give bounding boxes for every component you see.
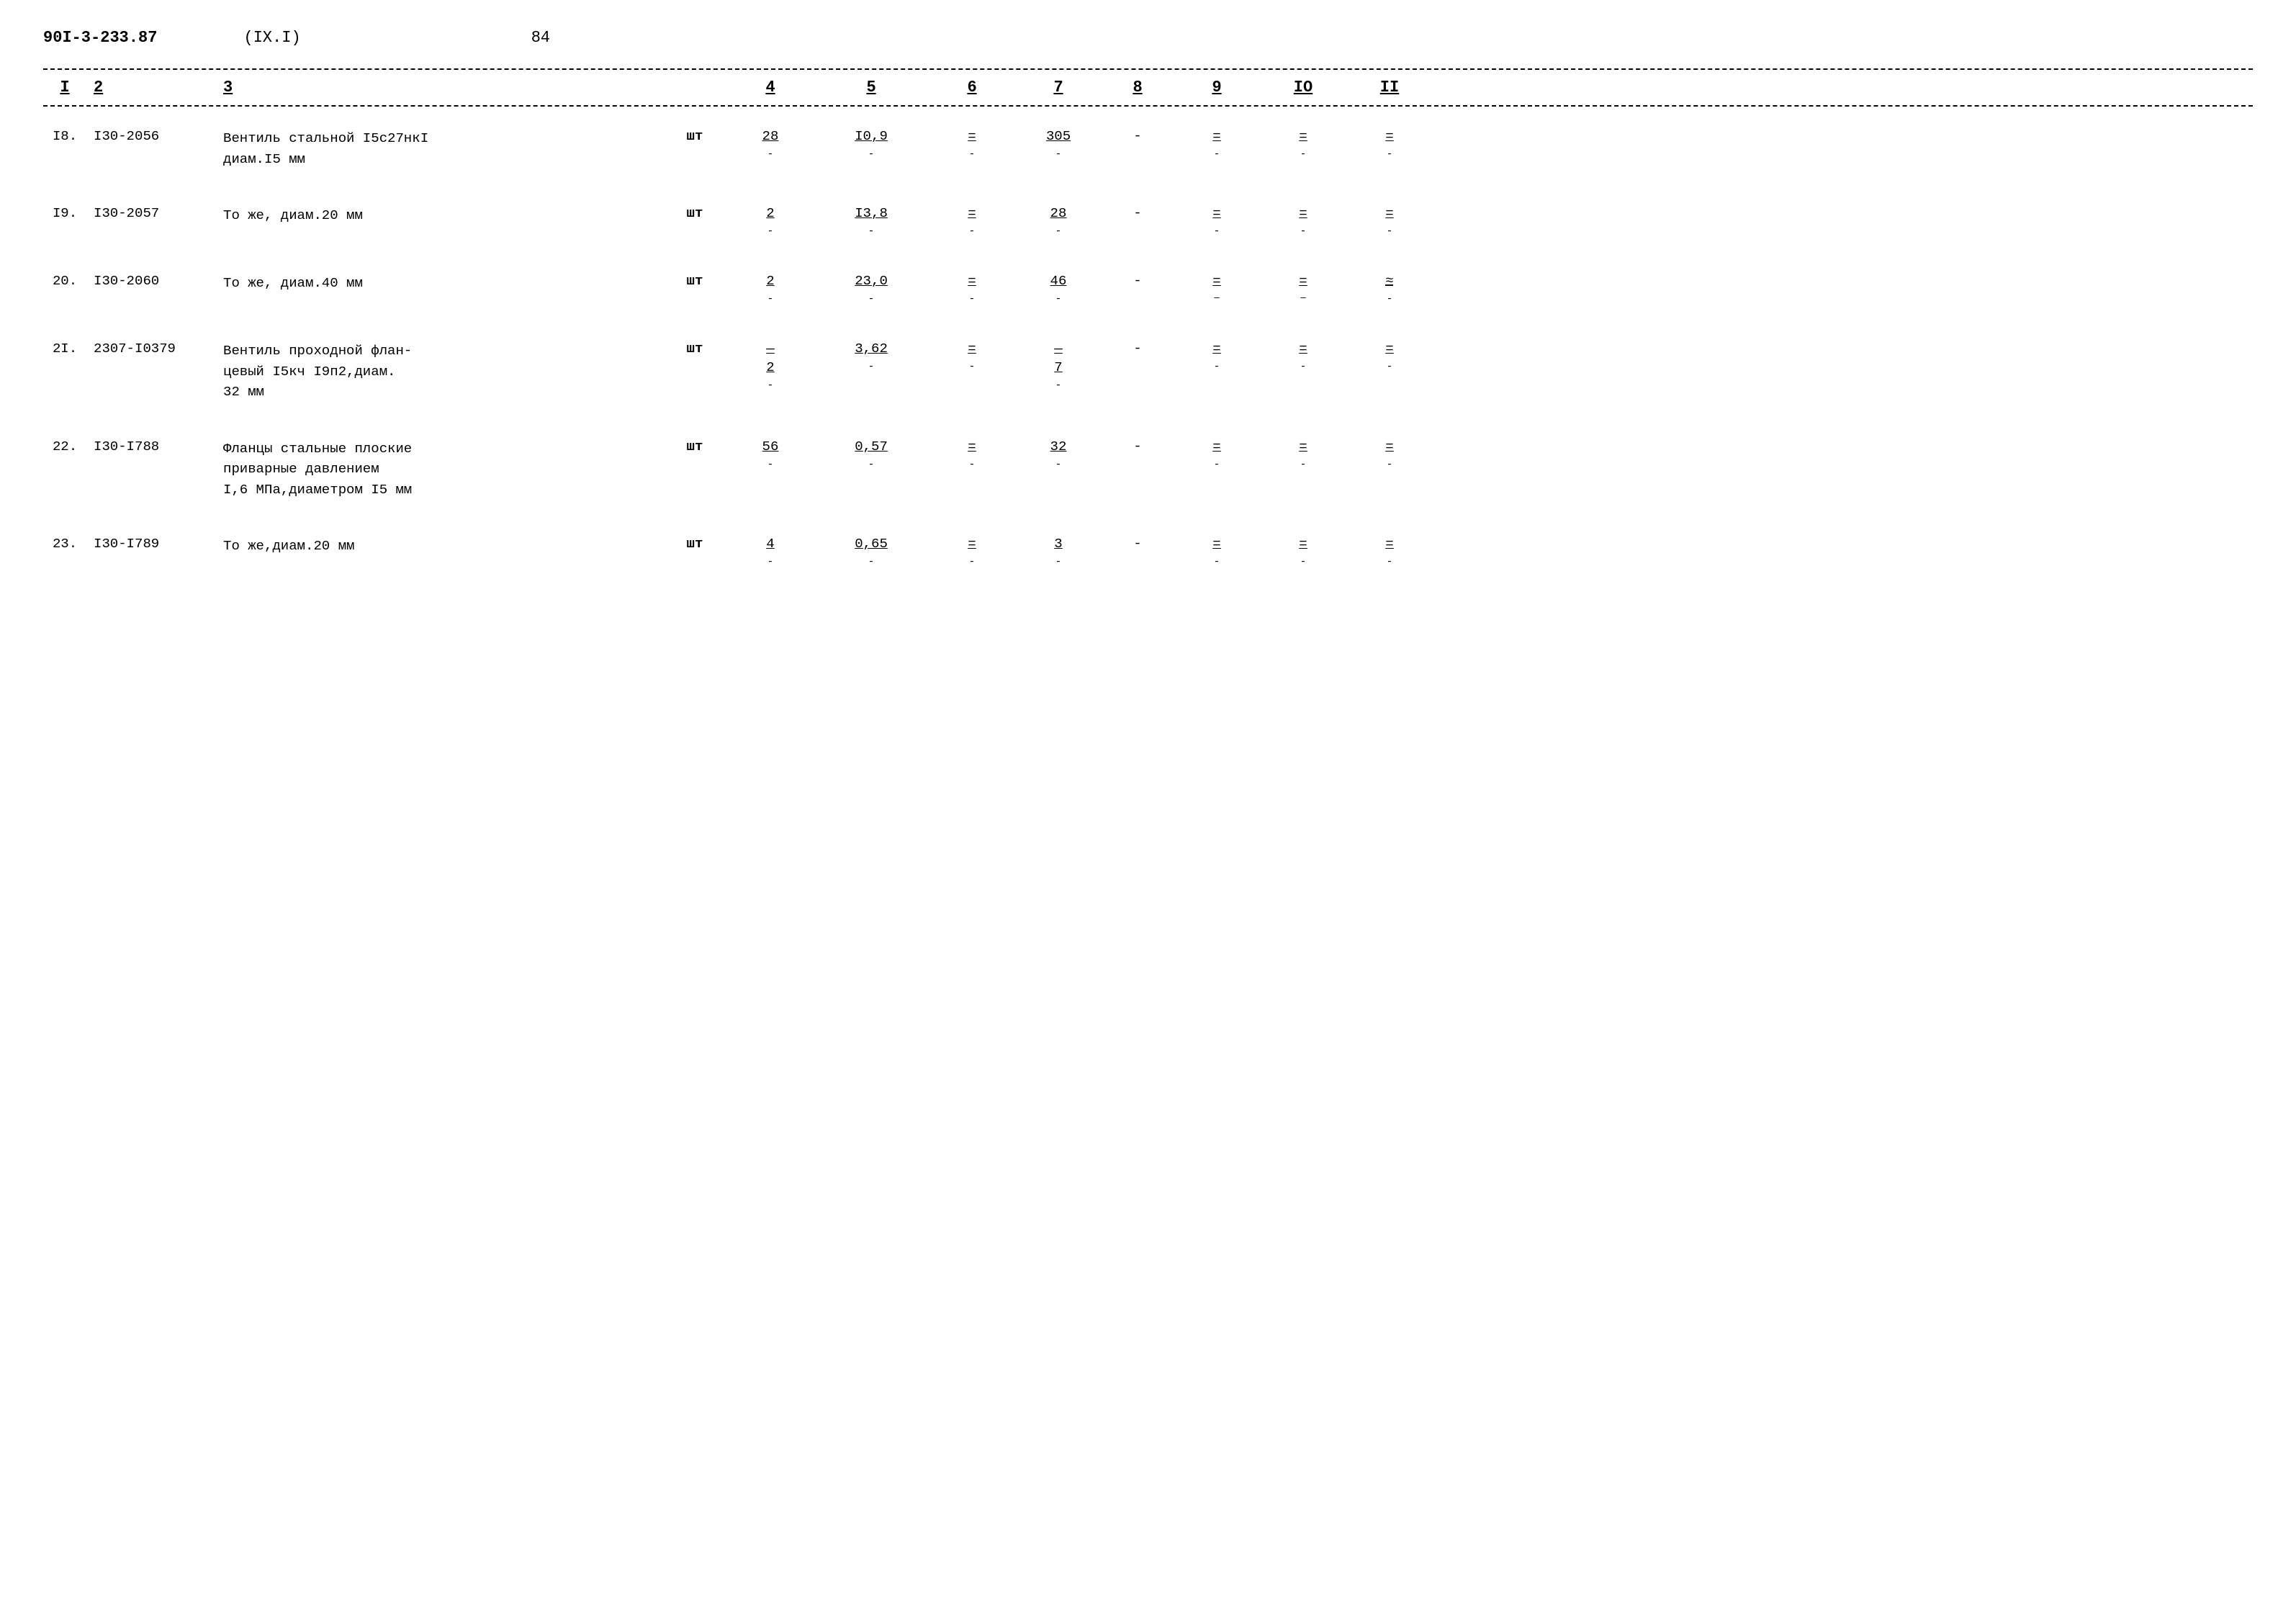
col-header-10: IO <box>1260 78 1346 96</box>
row-code: I30-2060 <box>86 273 216 289</box>
col-header-2: 2 <box>86 78 216 96</box>
main-table: I 2 3 4 5 6 7 8 9 IO II I8. I30-2056 Вен… <box>43 68 2253 582</box>
row-col10: = - <box>1260 536 1346 567</box>
row-col10: = - <box>1260 205 1346 237</box>
row-unit: шт <box>662 128 727 144</box>
row-col8: - <box>1102 128 1174 144</box>
row-unit: шт <box>662 439 727 454</box>
col-header-11: II <box>1346 78 1433 96</box>
row-col8: - <box>1102 536 1174 552</box>
row-col9: = - <box>1174 536 1260 567</box>
row-col9: = - <box>1174 341 1260 372</box>
page-number: 84 <box>531 29 550 47</box>
col-header-6: 6 <box>929 78 1015 96</box>
row-col9: = — <box>1174 273 1260 303</box>
row-col5: 3,62 - <box>814 341 929 372</box>
col-header-7: 7 <box>1015 78 1102 96</box>
row-col9: = - <box>1174 205 1260 237</box>
row-description: То же,диам.20 мм <box>216 536 662 557</box>
col-header-8: 8 <box>1102 78 1174 96</box>
row-unit: шт <box>662 273 727 289</box>
row-description: Вентиль проходной флан-цевый I5кч I9п2,д… <box>216 341 662 403</box>
row-col9: = - <box>1174 128 1260 160</box>
row-description: Вентиль стальной I5с27нкIдиам.I5 мм <box>216 128 662 169</box>
row-unit: шт <box>662 205 727 221</box>
row-col6: = - <box>929 341 1015 372</box>
row-unit: шт <box>662 341 727 356</box>
row-col6: = - <box>929 439 1015 470</box>
row-col8: - <box>1102 341 1174 356</box>
row-col11: = - <box>1346 439 1433 470</box>
col-header-3: 3 <box>216 78 662 96</box>
row-col4: 56 - <box>727 439 814 470</box>
row-col9: = - <box>1174 439 1260 470</box>
col-header-5: 5 <box>814 78 929 96</box>
row-col4: 4 - <box>727 536 814 567</box>
row-code: I30-I789 <box>86 536 216 552</box>
row-num: 22. <box>43 439 86 454</box>
section: (IX.I) <box>243 29 300 47</box>
row-col7: 3 - <box>1015 536 1102 567</box>
doc-number: 90I-3-233.87 <box>43 29 157 47</box>
table-row: 23. I30-I789 То же,диам.20 мм шт 4 - 0,6… <box>43 514 2253 582</box>
row-col11: = - <box>1346 536 1433 567</box>
row-col4: 2 - <box>727 205 814 237</box>
row-col5: 0,57 - <box>814 439 929 470</box>
row-col6: = - <box>929 128 1015 160</box>
row-code: I30-I788 <box>86 439 216 454</box>
table-row: 22. I30-I788 Фланцы стальные плоскиеприв… <box>43 417 2253 515</box>
row-col5: 0,65 - <box>814 536 929 567</box>
col-header-9: 9 <box>1174 78 1260 96</box>
row-col7: 46 - <box>1015 273 1102 305</box>
row-code: I30-2057 <box>86 205 216 221</box>
column-headers: I 2 3 4 5 6 7 8 9 IO II <box>43 70 2253 105</box>
row-col5: 23,0 - <box>814 273 929 305</box>
row-col10: = - <box>1260 341 1346 372</box>
row-col11: = - <box>1346 205 1433 237</box>
row-description: То же, диам.40 мм <box>216 273 662 294</box>
page-header: 90I-3-233.87 (IX.I) 84 <box>43 29 2253 47</box>
table-row: I8. I30-2056 Вентиль стальной I5с27нкIди… <box>43 107 2253 184</box>
row-col8: - <box>1102 273 1174 289</box>
row-col7: — 7 - <box>1015 341 1102 391</box>
row-code: 2307-I0379 <box>86 341 216 356</box>
row-col5: I0,9 - <box>814 128 929 160</box>
row-col8: - <box>1102 439 1174 454</box>
row-col6: = - <box>929 536 1015 567</box>
row-col4: — 2 - <box>727 341 814 391</box>
col-header-1: I <box>43 78 86 96</box>
row-col11: = - <box>1346 128 1433 160</box>
row-col10: = - <box>1260 128 1346 160</box>
row-col10: = - <box>1260 439 1346 470</box>
row-col11: = - <box>1346 341 1433 372</box>
row-num: 2I. <box>43 341 86 356</box>
col-header-4: 4 <box>727 78 814 96</box>
row-num: I9. <box>43 205 86 221</box>
row-code: I30-2056 <box>86 128 216 144</box>
table-row: I9. I30-2057 То же, диам.20 мм шт 2 - I3… <box>43 184 2253 251</box>
row-col10: = — <box>1260 273 1346 303</box>
row-col11: ≈ - <box>1346 273 1433 305</box>
row-col8: - <box>1102 205 1174 221</box>
row-col5: I3,8 - <box>814 205 929 237</box>
row-description: Фланцы стальные плоскиеприварные давлени… <box>216 439 662 500</box>
row-num: 23. <box>43 536 86 552</box>
row-col7: 305 - <box>1015 128 1102 160</box>
row-col7: 28 - <box>1015 205 1102 237</box>
row-col4: 28 - <box>727 128 814 160</box>
table-row: 2I. 2307-I0379 Вентиль проходной флан-це… <box>43 319 2253 417</box>
row-num: I8. <box>43 128 86 144</box>
table-row: 20. I30-2060 То же, диам.40 мм шт 2 - 23… <box>43 251 2253 319</box>
row-unit: шт <box>662 536 727 552</box>
row-col7: 32 - <box>1015 439 1102 470</box>
row-col6: = - <box>929 273 1015 305</box>
row-col6: = - <box>929 205 1015 237</box>
row-description: То же, диам.20 мм <box>216 205 662 226</box>
row-num: 20. <box>43 273 86 289</box>
row-col4: 2 - <box>727 273 814 305</box>
